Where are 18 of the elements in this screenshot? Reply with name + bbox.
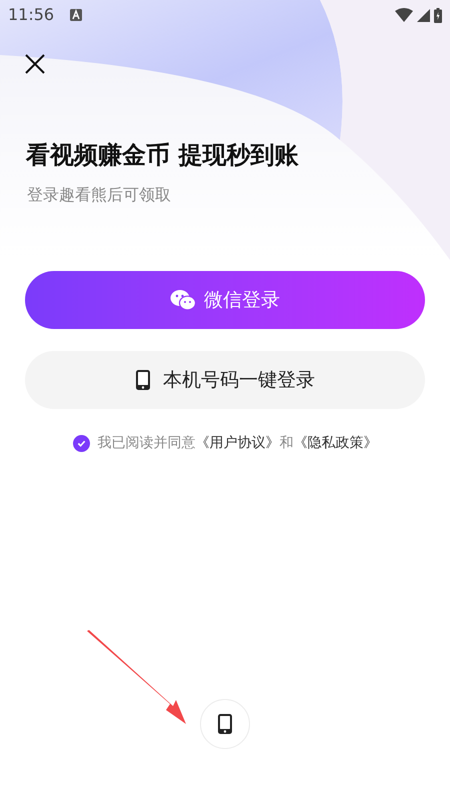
check-icon [76,439,86,448]
page-subtitle: 登录趣看熊后可领取 [27,184,171,206]
signal-icon [417,8,430,22]
agreement-text: 我已阅读并同意《用户协议》和《隐私政策》 [98,434,378,453]
battery-icon [434,8,442,22]
notification-icon [70,9,82,21]
agreement-link[interactable]: 《隐私政策》 [294,435,378,451]
agreement-link[interactable]: 《用户协议》 [196,435,280,451]
chat-bubbles-icon [170,289,196,311]
agreement-checkbox[interactable] [72,435,90,452]
status-time: 11:56 [8,4,54,26]
phone-icon [135,369,151,391]
phone-icon [217,713,233,735]
close-icon[interactable] [24,53,46,75]
phone-login-button[interactable]: 本机号码一键登录 [25,351,425,409]
wifi-icon [395,8,413,22]
wechat-login-button[interactable]: 微信登录 [25,271,425,329]
page-title: 看视频赚金币 提现秒到账 [26,140,298,171]
